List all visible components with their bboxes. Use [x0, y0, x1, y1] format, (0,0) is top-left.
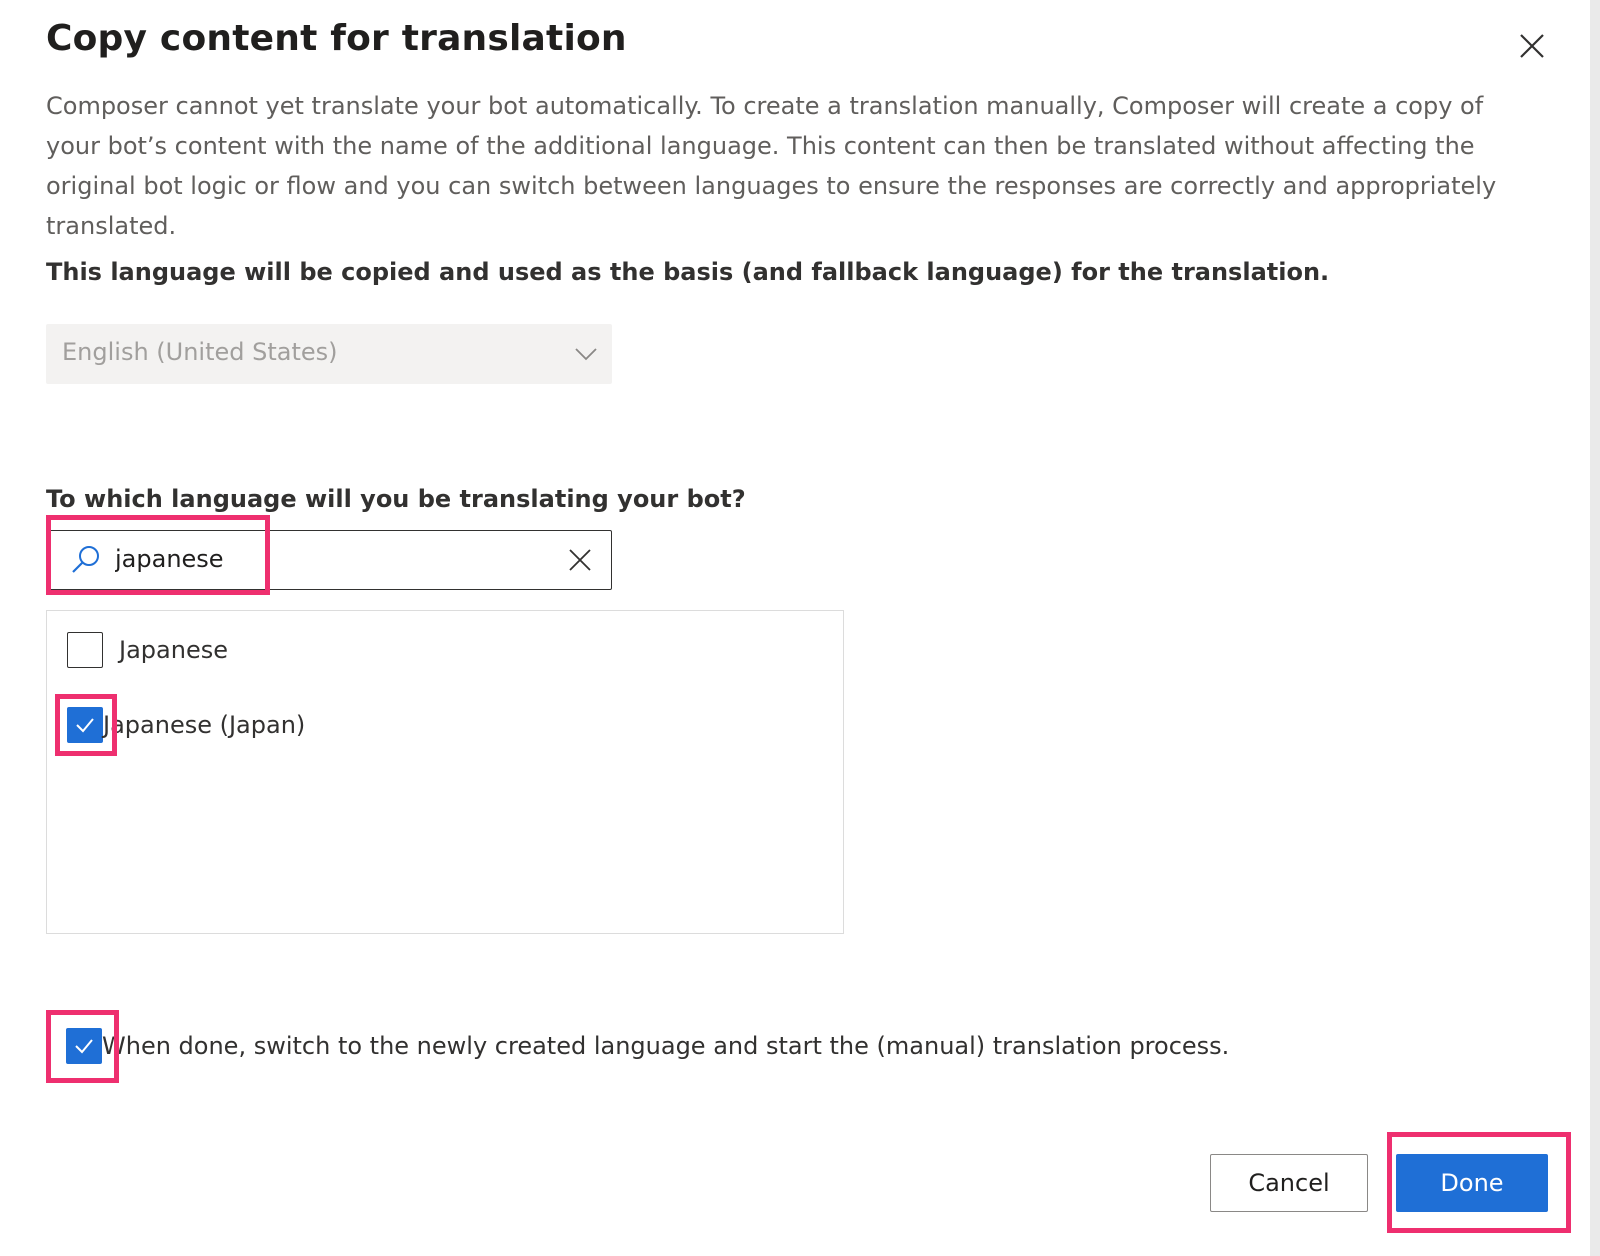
chevron-down-icon [574, 342, 598, 366]
close-icon[interactable] [1516, 30, 1548, 62]
language-options-list: Japanese Japanese (Japan) [46, 610, 844, 934]
switch-language-option[interactable]: When done, switch to the newly created l… [66, 1027, 1229, 1065]
done-button[interactable]: Done [1396, 1154, 1548, 1212]
language-search-box[interactable] [46, 530, 612, 590]
clear-search-icon[interactable] [567, 547, 593, 573]
checkmark-icon [75, 1039, 93, 1054]
dialog-title: Copy content for translation [46, 18, 627, 59]
cancel-button[interactable]: Cancel [1210, 1154, 1368, 1212]
base-language-dropdown: English (United States) [46, 324, 612, 384]
search-icon [69, 543, 103, 577]
checkbox[interactable] [67, 632, 103, 668]
switch-language-label: When done, switch to the newly created l… [102, 1032, 1230, 1060]
base-language-value: English (United States) [62, 338, 338, 366]
language-option-japanese[interactable]: Japanese [67, 631, 228, 669]
language-option-label: Japanese [119, 636, 228, 664]
switch-language-checkbox[interactable] [66, 1028, 102, 1064]
checkbox[interactable] [67, 707, 103, 743]
target-language-label: To which language will you be translatin… [46, 485, 746, 513]
dialog-description: Composer cannot yet translate your bot a… [46, 92, 1497, 240]
language-option-japanese-japan[interactable]: Japanese (Japan) [67, 706, 305, 744]
base-language-label: This language will be copied and used as… [46, 258, 1330, 286]
language-option-label: Japanese (Japan) [103, 711, 306, 739]
window-edge [1590, 0, 1600, 1256]
language-search-input[interactable] [115, 539, 535, 579]
checkmark-icon [76, 718, 94, 733]
